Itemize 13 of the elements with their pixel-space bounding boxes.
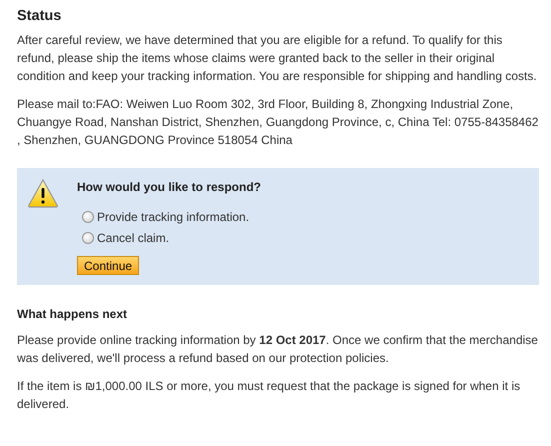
continue-button[interactable]: Continue [77, 256, 140, 275]
question-heading: How would you like to respond? [77, 180, 262, 194]
section-title: Status [17, 8, 62, 24]
radio-button[interactable] [82, 232, 94, 244]
paragraph: Please mail to:FAO: Weiwen Luo Room 302, 3rd Floor, Building 8, Zhongxing Industrial Zone, Chuangye Road, Nanshan District, Shenzhen, Guangdong Province, c, China Tel: 0755-84358462 , Shenzhen, GUANGDONG Province 518054 China [17, 96, 539, 149]
option-label[interactable]: Cancel claim. [97, 230, 170, 244]
option-label[interactable]: Provide tracking information. [97, 210, 250, 224]
paragraph: If the item is ₪1,000.00 ILS or more, you must request that the package is signed for when it is delivered. [17, 378, 522, 413]
paragraph: Please provide online tracking information by 12 Oct 2017. Once we confirm that the merchandise was delivered, we'll process a refund based on our protection policies. [17, 332, 539, 367]
section-heading: What happens next [17, 307, 128, 321]
warning-icon [27, 178, 59, 208]
paragraph: After careful review, we have determined that you are eligible for a refund. To qualify for this refund, please ship the items whose claims were granted back to the seller in their original condition and keep your tracking information. You are responsible for shipping and handling costs. [17, 32, 538, 85]
radio-button[interactable] [82, 210, 94, 222]
